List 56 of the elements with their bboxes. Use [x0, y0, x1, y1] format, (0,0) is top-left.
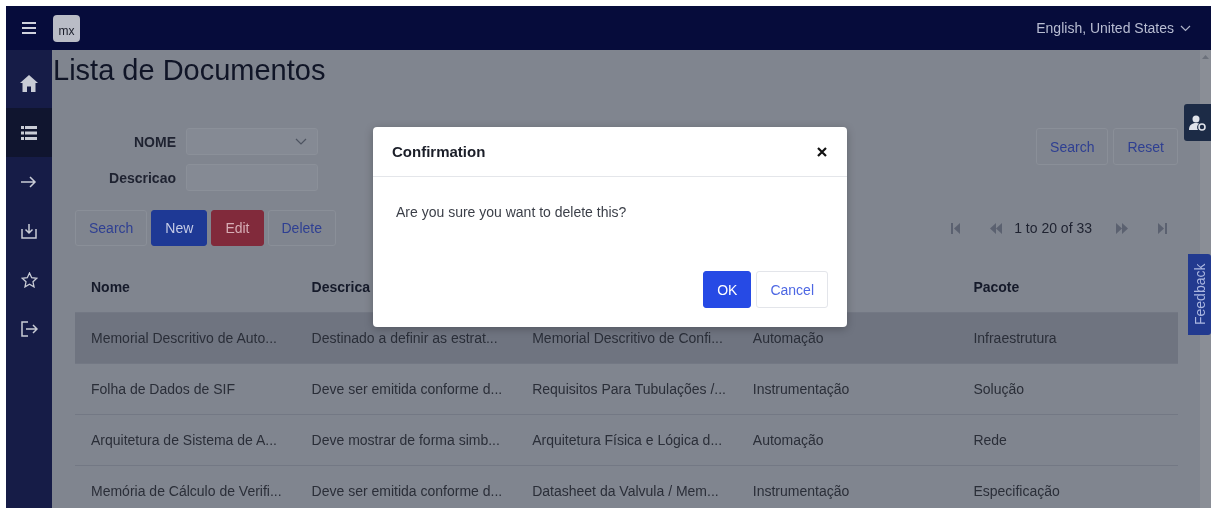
- arrow-right-icon: [21, 175, 37, 188]
- field-label: Descricao: [108, 169, 176, 186]
- toolbar-button[interactable]: Search: [75, 210, 148, 246]
- download-icon: [21, 222, 37, 239]
- feedback-tab[interactable]: Feedback: [1188, 254, 1211, 335]
- list-icon: [21, 125, 37, 140]
- table-row[interactable]: Memória de Cálculo de Verifi... Deve ser emitida conforme d... Datasheet da Valvula / Mem... Instrumentação Especificação: [75, 466, 1178, 508]
- user-settings-tab[interactable]: [1184, 104, 1211, 141]
- table-cell-text: Deve ser emitida conforme d...: [310, 381, 504, 397]
- page-title: Lista de Documentos: [53, 53, 327, 88]
- logout-icon: [20, 320, 38, 337]
- column-header[interactable]: Nome: [75, 279, 296, 295]
- table-cell-text: Solução: [972, 381, 1025, 397]
- table-cell-text: Deve mostrar de forma simb...: [310, 432, 501, 448]
- menu-icon[interactable]: [22, 22, 36, 34]
- user-gear-icon: [1189, 114, 1206, 131]
- star-icon: [20, 271, 38, 288]
- sidebar-item[interactable]: [6, 108, 52, 157]
- table-row[interactable]: Folha de Dados de SIF Deve ser emitida conforme d... Requisitos Para Tubulações /... Instrumentação Solução: [75, 364, 1178, 415]
- app-logo[interactable]: mx: [53, 14, 80, 42]
- dialog-button[interactable]: OK: [703, 271, 752, 308]
- table-cell-text: Especificação: [972, 483, 1061, 499]
- toolbar-button[interactable]: Edit: [211, 210, 264, 246]
- table-cell-text: Requisitos Para Tubulações /...: [531, 381, 727, 397]
- table-cell-text: Memorial Descritivo de Confi...: [531, 330, 724, 346]
- toolbar-button[interactable]: Delete: [267, 210, 336, 246]
- table-cell-text: Deve ser emitida conforme d...: [310, 483, 504, 499]
- table-cell-text: Arquitetura de Sistema de A...: [90, 432, 278, 448]
- table-cell-text: Infraestrutura: [972, 330, 1058, 346]
- table-cell-text: Rede: [972, 432, 1008, 448]
- filter-button[interactable]: Reset: [1113, 128, 1178, 165]
- table-cell-text: Folha de Dados de SIF: [90, 381, 236, 397]
- table-cell-text: Arquitetura Física e Lógica d...: [531, 432, 724, 448]
- dialog-message: Are you sure you want to delete this?: [396, 204, 627, 220]
- close-icon[interactable]: [817, 146, 827, 157]
- dialog-title: Confirmation: [392, 143, 486, 160]
- table-row[interactable]: Arquitetura de Sistema de A... Deve mostrar de forma simb... Arquitetura Física e Lógica d... Automação Rede: [75, 415, 1178, 466]
- chevron-down-icon: [295, 138, 307, 145]
- field-label: NOME: [133, 133, 176, 150]
- table-cell-text: Instrumentação: [751, 381, 851, 397]
- language-selector[interactable]: English, United States: [1036, 20, 1191, 36]
- chevron-down-icon: [1180, 24, 1191, 32]
- table-cell-text: Automação: [751, 330, 825, 346]
- table-cell-text: Memória de Cálculo de Verifi...: [90, 483, 283, 499]
- pagination-text: 1 to 20 of 33: [1014, 220, 1092, 236]
- column-header[interactable]: Pacote: [957, 279, 1178, 295]
- table-cell-text: Automação: [751, 432, 825, 448]
- dropdown-field[interactable]: [186, 128, 318, 155]
- toolbar-button[interactable]: New: [151, 210, 208, 246]
- table-cell-text: Instrumentação: [751, 483, 851, 499]
- table-cell-text: Memorial Descritivo de Auto...: [90, 330, 278, 346]
- filter-button[interactable]: Search: [1036, 128, 1109, 165]
- home-icon: [20, 75, 38, 92]
- dialog-button[interactable]: Cancel: [756, 271, 828, 308]
- table-cell-text: Datasheet da Valvula / Mem...: [531, 483, 720, 499]
- table-cell-text: Destinado a definir as estrat...: [310, 330, 499, 346]
